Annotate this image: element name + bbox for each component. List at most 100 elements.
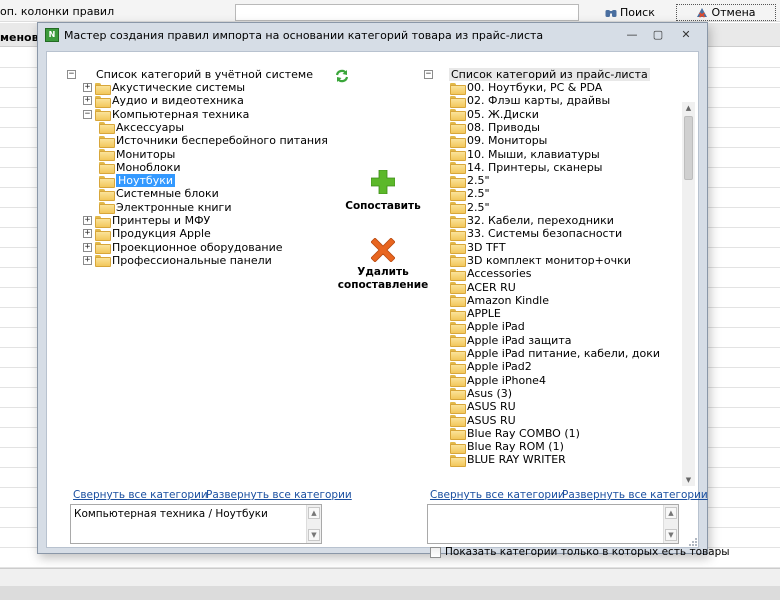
scroll-down-arrow-icon[interactable]: ▼ — [308, 529, 320, 541]
right-path-field[interactable]: ▲ ▼ — [427, 504, 679, 544]
right-tree-item[interactable]: 32. Кабели, переходники — [450, 214, 614, 228]
close-button[interactable]: ✕ — [678, 28, 694, 42]
left-tree-item[interactable]: + Профессиональные панели — [83, 253, 272, 268]
right-tree-scrollbar[interactable]: ▲ ▼ — [682, 102, 695, 486]
right-tree-item[interactable]: Accessories — [450, 267, 531, 281]
right-tree-item[interactable]: BLUE RAY WRITER — [450, 453, 566, 467]
right-tree-item[interactable]: 3D TFT — [450, 240, 506, 255]
right-tree-item[interactable]: 02. Флэш карты, драйвы — [450, 94, 610, 108]
left-tree-item[interactable]: Электронные книги — [99, 200, 232, 215]
scroll-down-arrow-icon[interactable]: ▼ — [665, 529, 677, 541]
right-tree-item[interactable]: ACER RU — [450, 280, 516, 294]
left-tree-item[interactable]: + Продукция Apple — [83, 227, 211, 241]
right-tree-item[interactable]: 08. Приводы — [450, 120, 540, 135]
expand-icon[interactable]: + — [83, 216, 92, 225]
right-tree-item-label: APPLE — [467, 307, 501, 321]
right-expand-all-link[interactable]: Развернуть все категории — [562, 489, 708, 501]
right-tree-root[interactable]: − Список категорий из прайс-листа — [424, 67, 650, 81]
right-tree-item[interactable]: 33. Системы безопасности — [450, 227, 622, 241]
left-tree-item[interactable]: − Компьютерная техника — [83, 107, 249, 122]
left-tree-item[interactable]: Системные блоки — [99, 187, 219, 201]
right-tree-item[interactable]: 09. Мониторы — [450, 134, 547, 148]
right-tree-item[interactable]: 10. Мыши, клавиатуры — [450, 147, 600, 161]
left-tree-item[interactable]: Аксессуары — [99, 120, 184, 135]
right-path-scrollbar[interactable]: ▲ ▼ — [663, 505, 678, 543]
right-tree-item[interactable]: 14. Принтеры, сканеры — [450, 160, 602, 175]
accounting-categories-tree[interactable]: − Список категорий в учётной системе + Ак… — [67, 65, 337, 465]
left-tree-item[interactable]: + Проекционное оборудование — [83, 240, 283, 255]
delete-match-button[interactable]: Удалить сопоставление — [333, 238, 433, 298]
folder-icon — [450, 282, 466, 294]
folder-icon — [450, 388, 466, 401]
resize-grip-icon[interactable] — [688, 537, 698, 547]
right-tree-item[interactable]: Amazon Kindle — [450, 293, 549, 308]
scroll-up-arrow-icon[interactable]: ▲ — [682, 102, 695, 114]
dialog-titlebar[interactable]: N Мастер создания правил импорта на осно… — [38, 23, 707, 47]
right-tree-item[interactable]: ASUS RU — [450, 413, 516, 427]
collapse-icon[interactable]: − — [83, 109, 92, 119]
left-expand-all-link[interactable]: Развернуть все категории — [206, 489, 352, 501]
right-collapse-all-link[interactable]: Свернуть все категории — [430, 489, 565, 501]
right-tree-item[interactable]: Asus (3) — [450, 386, 512, 401]
collapse-icon[interactable]: − — [424, 69, 433, 79]
right-tree-item[interactable]: ASUS RU — [450, 400, 516, 414]
right-tree-item-label: 08. Приводы — [467, 120, 540, 134]
folder-icon — [450, 135, 466, 148]
right-tree-item[interactable]: Apple iPad — [450, 320, 525, 334]
minimize-button[interactable]: — — [624, 28, 640, 42]
folder-icon — [450, 454, 466, 467]
right-tree-item[interactable]: Apple iPhone4 — [450, 373, 546, 388]
right-tree-item[interactable]: Apple iPad2 — [450, 360, 532, 374]
left-tree-item[interactable]: + Акустические системы — [83, 81, 245, 95]
left-tree-item[interactable]: Ноутбуки — [99, 174, 176, 188]
right-tree-item[interactable]: Apple iPad защита — [450, 333, 572, 348]
left-tree-item[interactable]: + Аудио и видеотехника — [83, 94, 244, 108]
collapse-icon[interactable]: − — [67, 69, 76, 79]
right-tree-root-label: Список категорий из прайс-листа — [449, 67, 650, 81]
right-tree-item[interactable]: 2.5" — [450, 174, 490, 188]
right-tree-item[interactable]: Blue Ray ROM (1) — [450, 440, 564, 454]
left-collapse-all-link[interactable]: Свернуть все категории — [73, 489, 208, 501]
match-button[interactable]: Сопоставить — [333, 170, 433, 216]
left-tree-item-label: Мониторы — [116, 147, 176, 161]
left-tree-item[interactable]: Мониторы — [99, 147, 175, 161]
right-tree-item-label: Apple iPad защита — [467, 333, 572, 347]
background-input[interactable] — [235, 4, 579, 21]
delete-label-line1: Удалить — [357, 266, 409, 278]
right-tree-item[interactable]: 2.5" — [450, 200, 490, 215]
left-tree-item[interactable]: + Принтеры и МФУ — [83, 214, 210, 228]
expand-icon[interactable]: + — [83, 96, 92, 106]
right-tree-item[interactable]: Blue Ray COMBO (1) — [450, 426, 580, 441]
scroll-down-arrow-icon[interactable]: ▼ — [682, 474, 695, 486]
left-tree-item[interactable]: Моноблоки — [99, 160, 180, 175]
pricelist-categories-tree[interactable]: − Список категорий из прайс-листа 00. Но… — [424, 65, 664, 485]
expand-icon[interactable]: + — [83, 242, 92, 252]
right-tree-item[interactable]: Apple iPad питание, кабели, доки — [450, 347, 660, 361]
cancel-button[interactable]: Отмена — [676, 4, 776, 21]
expand-icon[interactable]: + — [83, 83, 92, 92]
folder-icon — [450, 361, 466, 374]
show-only-with-goods-option[interactable]: Показать категории только в которых есть… — [430, 546, 730, 558]
left-path-field[interactable]: Компьютерная техника / Ноутбуки ▲ ▼ — [70, 504, 322, 544]
left-tree-root[interactable]: − Список категорий в учётной системе — [67, 67, 313, 81]
left-path-scrollbar[interactable]: ▲ ▼ — [306, 505, 321, 543]
right-tree-item[interactable]: 2.5" — [450, 187, 490, 201]
folder-icon — [99, 162, 115, 175]
refresh-icon[interactable] — [335, 69, 349, 83]
scroll-up-arrow-icon[interactable]: ▲ — [308, 507, 320, 519]
maximize-button[interactable]: ▢ — [650, 28, 666, 42]
left-tree-item[interactable]: Источники бесперебойного питания — [99, 134, 328, 148]
expand-icon[interactable]: + — [83, 255, 92, 265]
expand-icon[interactable]: + — [83, 229, 92, 239]
right-tree-item[interactable]: 00. Ноутбуки, PC & PDA — [450, 81, 602, 95]
folder-icon — [450, 401, 466, 414]
scrollbar-thumb[interactable] — [684, 116, 693, 180]
right-tree-item-label: Blue Ray COMBO (1) — [467, 426, 580, 440]
show-only-with-goods-checkbox[interactable] — [430, 546, 441, 558]
right-tree-item[interactable]: 3D комплект монитор+очки — [450, 253, 631, 268]
search-button[interactable]: Поиск — [605, 4, 655, 21]
right-tree-item[interactable]: 05. Ж.Диски — [450, 107, 539, 122]
right-tree-item[interactable]: APPLE — [450, 307, 501, 321]
right-tree-item-label: Accessories — [467, 267, 532, 281]
scroll-up-arrow-icon[interactable]: ▲ — [665, 507, 677, 519]
